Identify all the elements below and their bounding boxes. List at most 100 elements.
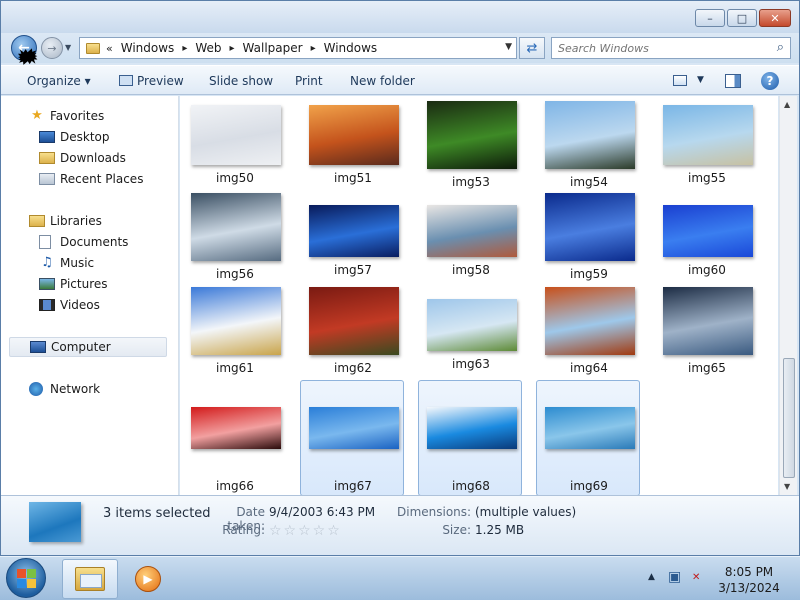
search-icon[interactable]: ⌕ [777, 40, 784, 55]
windows-logo-icon [16, 568, 26, 578]
sidebar-item-libraries[interactable]: Libraries [1, 211, 177, 231]
folder-icon [86, 42, 100, 54]
file-name-label: img68 [452, 479, 490, 493]
taskbar-media-player-button[interactable]: ▶ [120, 559, 176, 599]
preview-pane-icon[interactable] [725, 74, 741, 88]
breadcrumb-separator-icon[interactable]: ▸ [311, 43, 316, 54]
file-item[interactable]: img66 [182, 380, 286, 495]
file-item[interactable]: img53 [418, 96, 522, 189]
image-thumbnail [663, 105, 753, 165]
windows-logo-icon [26, 568, 36, 578]
image-thumbnail [545, 287, 635, 355]
system-clock[interactable]: 8:05 PM 3/13/2024 [716, 564, 782, 596]
file-item[interactable]: img67 [300, 380, 404, 495]
image-thumbnail [545, 193, 635, 261]
new-folder-button[interactable]: New folder [350, 74, 415, 88]
sidebar-item-pictures[interactable]: Pictures [1, 274, 177, 294]
file-name-label: img59 [570, 267, 608, 281]
scrollbar-thumb[interactable] [783, 358, 795, 478]
breadcrumb-item-web[interactable]: Web [195, 41, 221, 55]
scroll-down-arrow-icon[interactable]: ▼ [784, 482, 790, 491]
breadcrumb-item-wallpaper[interactable]: Wallpaper [243, 41, 303, 55]
forward-button[interactable]: → [41, 37, 63, 59]
slideshow-button[interactable]: Slide show [209, 74, 273, 88]
sidebar-item-downloads[interactable]: Downloads [1, 148, 177, 168]
sidebar-item-label: Videos [60, 298, 100, 312]
file-name-label: img50 [216, 171, 254, 185]
breadcrumb-overflow-chevron[interactable]: « [106, 42, 113, 55]
search-input[interactable] [552, 38, 762, 58]
close-button[interactable]: ✕ [759, 9, 791, 27]
breadcrumb-item-windows-current[interactable]: Windows [324, 41, 378, 55]
view-options-dropdown-icon[interactable]: ▼ [697, 75, 704, 85]
date-taken-value[interactable]: 9/4/2003 6:43 PM [269, 505, 375, 519]
file-name-label: img51 [334, 171, 372, 185]
clock-time: 8:05 PM [724, 565, 774, 579]
dimensions-label: Dimensions: [397, 505, 472, 519]
image-thumbnail [309, 287, 399, 355]
media-player-icon: ▶ [135, 566, 161, 592]
address-bar[interactable]: « Windows ▸ Web ▸ Wallpaper ▸ Windows ▼ [79, 37, 517, 59]
sidebar-item-network[interactable]: Network [1, 379, 177, 399]
breadcrumb-item-windows[interactable]: Windows [121, 41, 175, 55]
file-item[interactable]: img69 [536, 380, 640, 495]
address-dropdown-icon[interactable]: ▼ [505, 42, 512, 52]
image-thumbnail [427, 101, 517, 169]
file-item[interactable]: img56 [182, 188, 286, 282]
file-item[interactable]: img57 [300, 188, 404, 282]
navigation-pane: ★ Favorites Desktop Downloads Recent Pla… [1, 96, 179, 495]
file-item[interactable]: img63 [418, 282, 522, 376]
change-view-icon[interactable] [673, 75, 687, 86]
file-item[interactable]: img61 [182, 282, 286, 376]
sidebar-item-music[interactable]: ♫ Music [1, 253, 177, 273]
image-thumbnail [309, 407, 399, 449]
sidebar-item-computer[interactable]: Computer [9, 337, 167, 357]
organize-button[interactable]: Organize ▾ [27, 74, 91, 88]
rating-label: Rating: [222, 523, 265, 537]
print-button[interactable]: Print [295, 74, 323, 88]
sidebar-item-desktop[interactable]: Desktop [1, 127, 177, 147]
sidebar-item-favorites[interactable]: ★ Favorites [1, 106, 177, 126]
scroll-up-arrow-icon[interactable]: ▲ [784, 100, 790, 109]
rating-stars[interactable]: ☆☆☆☆☆ [269, 523, 342, 539]
music-icon: ♫ [41, 255, 53, 270]
image-thumbnail [427, 299, 517, 351]
minimize-button[interactable]: – [695, 9, 725, 27]
preview-button[interactable]: Preview [119, 74, 184, 88]
image-thumbnail [427, 407, 517, 449]
file-name-label: img53 [452, 175, 490, 189]
file-item[interactable]: img59 [536, 188, 640, 282]
windows-logo-icon [16, 578, 26, 588]
refresh-button[interactable]: ⇄ [519, 37, 545, 59]
sidebar-item-videos[interactable]: Videos [1, 295, 177, 315]
volume-muted-icon[interactable]: ✕ [692, 572, 700, 583]
recent-pages-button[interactable]: ▼ [65, 43, 71, 52]
details-pane: 3 items selected Date taken: 9/4/2003 6:… [1, 495, 799, 555]
sidebar-item-documents[interactable]: Documents [1, 232, 177, 252]
title-bar[interactable]: – □ ✕ [1, 1, 799, 33]
file-item[interactable]: img55 [654, 96, 758, 188]
breadcrumb-separator-icon[interactable]: ▸ [182, 43, 187, 54]
file-item[interactable]: img58 [418, 188, 522, 282]
sidebar-item-recent-places[interactable]: Recent Places [1, 169, 177, 189]
file-item[interactable]: img50 [182, 96, 286, 188]
network-status-icon[interactable]: ▣ [668, 569, 681, 585]
file-item[interactable]: img65 [654, 282, 758, 376]
file-item[interactable]: img54 [536, 96, 640, 189]
start-button[interactable] [6, 558, 46, 598]
vertical-scrollbar[interactable]: ▲ ▼ [779, 96, 797, 495]
show-hidden-icons-icon[interactable]: ▲ [648, 572, 655, 582]
breadcrumb-separator-icon[interactable]: ▸ [230, 43, 235, 54]
file-item[interactable]: img64 [536, 282, 640, 376]
file-item[interactable]: img68 [418, 380, 522, 495]
help-icon[interactable]: ? [761, 72, 779, 90]
file-item[interactable]: img51 [300, 96, 404, 188]
breadcrumb: « Windows ▸ Web ▸ Wallpaper ▸ Windows [106, 41, 377, 55]
file-name-label: img63 [452, 357, 490, 371]
file-item[interactable]: img60 [654, 188, 758, 282]
taskbar-explorer-button[interactable] [62, 559, 118, 599]
windows-logo-icon [26, 578, 36, 588]
file-item[interactable]: img62 [300, 282, 404, 376]
maximize-button[interactable]: □ [727, 9, 757, 27]
size-value: 1.25 MB [475, 523, 525, 537]
